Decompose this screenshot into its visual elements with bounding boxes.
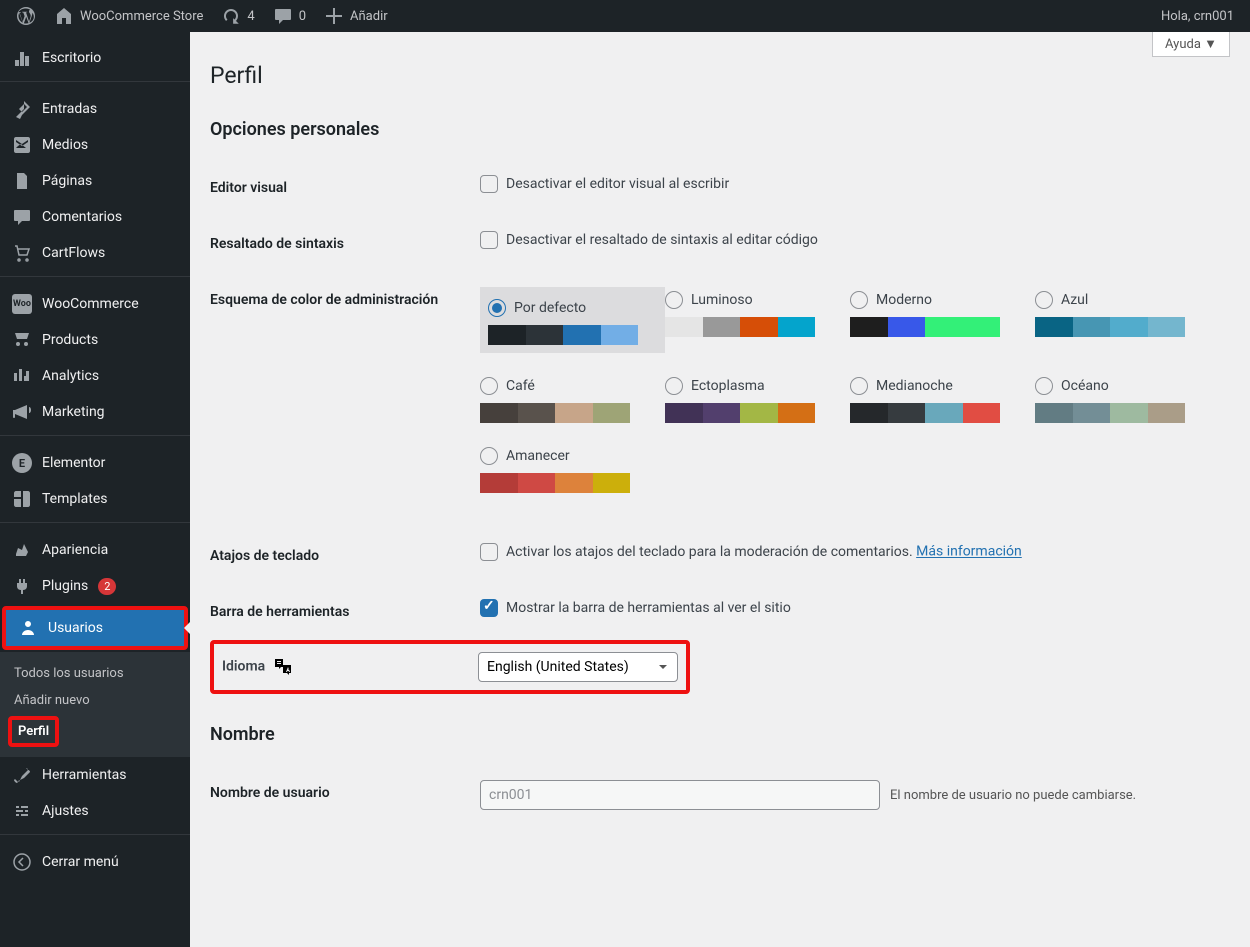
username-input [480,780,880,810]
color-palette-modern [850,317,1000,337]
user-icon [18,618,38,638]
toolbar-checkbox[interactable] [480,599,498,617]
color-scheme-sunrise[interactable]: Amanecer [480,443,665,493]
menu-collapse[interactable]: Cerrar menú [0,844,190,880]
color-palette-ectoplasm [665,403,815,423]
help-tab[interactable]: Ayuda ▼ [1152,32,1230,57]
syntax-checkbox[interactable] [480,231,498,249]
color-scheme-label: Esquema de color de administración [210,272,470,528]
color-scheme-modern[interactable]: Moderno [850,287,1035,337]
username-desc: El nombre de usuario no puede cambiarse. [890,788,1136,803]
menu-products[interactable]: Products [0,322,190,358]
color-scheme-radio-light[interactable] [665,291,683,309]
shortcuts-label: Atajos de teclado [210,528,470,584]
color-palette-default [488,325,638,345]
color-scheme-light[interactable]: Luminoso [665,287,850,337]
color-palette-coffee [480,403,630,423]
shortcuts-more-info-link[interactable]: Más información [916,544,1022,560]
shortcuts-checkbox-label[interactable]: Activar los atajos del teclado para la m… [480,544,916,560]
submenu-all-users[interactable]: Todos los usuarios [0,660,190,687]
color-scheme-radio-ocean[interactable] [1035,377,1053,395]
wp-logo[interactable] [8,0,44,32]
page-title: Perfil [210,62,1230,89]
color-palette-sunrise [480,473,630,493]
user-greeting[interactable]: Hola, crn001 [1153,0,1242,32]
admin-bar: WooCommerce Store 4 0 Añadir Hola, crn00… [0,0,1250,32]
color-scheme-radio-sunrise[interactable] [480,447,498,465]
color-palette-blue [1035,317,1185,337]
color-scheme-ocean[interactable]: Océano [1035,373,1220,423]
menu-posts[interactable]: Entradas [0,91,190,127]
color-palette-light [665,317,815,337]
visual-editor-checkbox[interactable] [480,175,498,193]
language-select[interactable]: English (United States) [478,652,678,682]
menu-media[interactable]: Medios [0,127,190,163]
color-palette-ocean [1035,403,1185,423]
menu-tools[interactable]: Herramientas [0,757,190,793]
color-scheme-coffee[interactable]: Café [480,373,665,423]
section-personal-options: Opciones personales [210,119,1230,140]
color-scheme-radio-default[interactable] [488,299,506,317]
translate-icon [273,657,293,677]
toolbar-label: Barra de herramientas [210,584,470,640]
section-name: Nombre [210,724,1230,745]
site-link[interactable]: WooCommerce Store [46,0,211,32]
users-submenu: Todos los usuarios Añadir nuevo Perfil [0,652,190,757]
syntax-checkbox-label[interactable]: Desactivar el resaltado de sintaxis al e… [480,232,818,248]
toolbar-checkbox-label[interactable]: Mostrar la barra de herramientas al ver … [480,600,791,616]
menu-dashboard[interactable]: Escritorio [0,40,190,76]
menu-pages[interactable]: Páginas [0,163,190,199]
add-new-link[interactable]: Añadir [316,0,396,32]
menu-plugins[interactable]: Plugins2 [0,568,190,604]
color-scheme-radio-blue[interactable] [1035,291,1053,309]
submenu-add-new[interactable]: Añadir nuevo [0,687,190,714]
menu-woocommerce[interactable]: WooWooCommerce [0,286,190,322]
menu-users[interactable]: Usuarios [6,610,184,646]
color-scheme-radio-modern[interactable] [850,291,868,309]
menu-cartflows[interactable]: CartFlows [0,235,190,271]
menu-marketing[interactable]: Marketing [0,394,190,430]
comments-link[interactable]: 0 [265,0,314,32]
color-scheme-default[interactable]: Por defecto [480,287,665,353]
admin-sidebar: Escritorio Entradas Medios Páginas Comen… [0,32,190,947]
main-content: Ayuda ▼ Perfil Opciones personales Edito… [190,32,1250,947]
shortcuts-checkbox[interactable] [480,543,498,561]
color-palette-midnight [850,403,1000,423]
menu-templates[interactable]: Templates [0,481,190,517]
color-scheme-ectoplasm[interactable]: Ectoplasma [665,373,850,423]
submenu-profile[interactable]: Perfil [12,720,55,743]
menu-settings[interactable]: Ajustes [0,793,190,829]
username-label: Nombre de usuario [210,765,470,825]
plugins-badge: 2 [98,578,116,595]
visual-editor-checkbox-label[interactable]: Desactivar el editor visual al escribir [480,176,729,192]
syntax-label: Resaltado de sintaxis [210,216,470,272]
menu-comments[interactable]: Comentarios [0,199,190,235]
color-scheme-radio-midnight[interactable] [850,377,868,395]
menu-appearance[interactable]: Apariencia [0,532,190,568]
language-label: Idioma [222,659,265,675]
color-scheme-radio-coffee[interactable] [480,377,498,395]
color-scheme-midnight[interactable]: Medianoche [850,373,1035,423]
visual-editor-label: Editor visual [210,160,470,216]
updates-link[interactable]: 4 [213,0,262,32]
color-scheme-radio-ectoplasm[interactable] [665,377,683,395]
color-scheme-blue[interactable]: Azul [1035,287,1220,337]
menu-analytics[interactable]: Analytics [0,358,190,394]
menu-elementor[interactable]: EElementor [0,445,190,481]
